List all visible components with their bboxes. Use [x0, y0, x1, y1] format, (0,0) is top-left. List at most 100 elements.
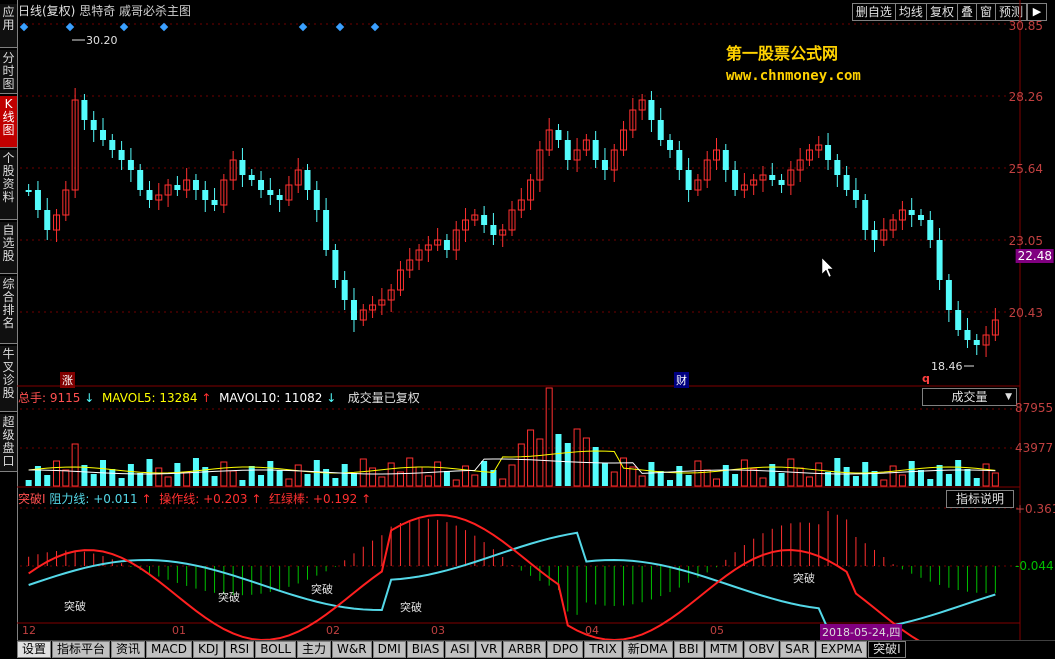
volume-bar [239, 480, 246, 486]
candle-body [778, 180, 785, 185]
volume-bar [155, 467, 163, 487]
indicator-name[interactable]: 突破I [18, 492, 46, 506]
volume-bar [304, 474, 311, 486]
volume-bar [323, 469, 330, 486]
volume-bar [481, 461, 488, 486]
candle-body [174, 185, 181, 190]
volume-bar [44, 475, 51, 486]
indicator-tab[interactable]: DPO [547, 641, 584, 658]
indicator-tab[interactable]: VR [475, 641, 503, 658]
volume-bar [341, 464, 348, 486]
volume-total-arrow: ↓ [84, 391, 95, 405]
indicator-help-button[interactable]: 指标说明 [946, 490, 1014, 508]
indicator-tab[interactable]: 新DMA [622, 641, 673, 658]
candle-body [732, 170, 739, 190]
ind-axis-zero: -0.044 [1015, 559, 1054, 573]
candle-body [592, 140, 599, 160]
indicator-tab[interactable]: DMI [372, 641, 406, 658]
signal-diamond [370, 22, 380, 32]
vol-axis-top: 87955 [1015, 401, 1054, 415]
volume-bar [471, 474, 479, 487]
indicator-tab[interactable]: MACD [146, 641, 193, 658]
volume-bar [898, 474, 906, 487]
date-label: 03 [431, 624, 445, 637]
candle-body [936, 240, 943, 280]
volume-bar [415, 466, 423, 487]
oper-label: 操作线: [159, 492, 200, 506]
redgreen-label: 红绿棒: [269, 492, 310, 506]
redgreen-value: +0.192 [312, 492, 358, 506]
candle-body [601, 160, 608, 170]
date-label: 12 [22, 624, 36, 637]
indicator-tab[interactable]: 资讯 [111, 641, 146, 658]
indicator-tab[interactable]: BBI [673, 641, 704, 658]
signal-diamond [298, 22, 308, 32]
volume-bar [927, 479, 934, 486]
signal-label: 突破 [793, 572, 815, 585]
indicator-tab[interactable]: BOLL [255, 641, 297, 658]
indicator-tab[interactable]: KDJ [193, 641, 224, 658]
event-zhang-badge[interactable]: 涨 [60, 372, 75, 388]
volume-bar [648, 462, 655, 486]
indicator-tab[interactable]: 设置 [17, 641, 52, 658]
volume-bar [137, 473, 144, 486]
indicator-tab[interactable]: MTM [704, 641, 743, 658]
indicator-tab[interactable]: EXPMA [815, 641, 868, 658]
indicator-tab[interactable]: RSI [224, 641, 255, 658]
volume-bar [638, 475, 646, 487]
indicator-tab[interactable]: 突破I [868, 641, 906, 658]
volume-bar [601, 463, 608, 486]
volume-bar [424, 475, 432, 487]
volume-bar [71, 443, 79, 487]
indicator-tab[interactable]: BIAS [406, 641, 445, 658]
volume-selector[interactable]: 成交量 ▼ [922, 388, 1017, 406]
indicator-tab[interactable]: TRIX [584, 641, 622, 658]
volume-bar [527, 429, 535, 487]
candle-body [964, 330, 971, 340]
price-axis-label: 23.05 [1008, 234, 1043, 248]
volume-bar [973, 478, 980, 486]
volume-bar [991, 472, 999, 487]
volume-bar [592, 447, 599, 486]
volume-bar [127, 464, 134, 486]
oper-value: +0.203 [203, 492, 248, 506]
volume-bar [90, 474, 97, 486]
candle-body [192, 180, 199, 190]
candle-body [137, 170, 144, 190]
volume-bar [936, 465, 943, 486]
volume-bar [889, 465, 897, 487]
indicator-tab[interactable]: 指标平台 [52, 641, 111, 658]
event-cai-badge[interactable]: 财 [674, 372, 689, 388]
date-label: 04 [585, 624, 599, 637]
indicator-tab[interactable]: ARBR [503, 641, 547, 658]
volume-bar [332, 478, 339, 486]
indicator-tab[interactable]: OBV [743, 641, 780, 658]
event-q-badge[interactable]: q [922, 372, 930, 385]
indicator-tab[interactable]: W&R [332, 641, 372, 658]
candle-body [490, 225, 497, 235]
volume-bar [955, 460, 962, 486]
mavol10-value: 11082 [284, 391, 323, 405]
candle-body [34, 190, 41, 210]
volume-bar [406, 457, 414, 487]
indicator-tab[interactable]: 主力 [297, 641, 332, 658]
kline-chart[interactable] [0, 0, 1055, 658]
price-axis-label: 28.26 [1008, 90, 1043, 104]
volume-bar [685, 475, 692, 486]
volume-bar [759, 477, 767, 487]
volume-bar [508, 464, 516, 487]
indicator-tab[interactable]: ASI [445, 641, 475, 658]
candle-body [25, 190, 32, 192]
volume-bar [183, 471, 191, 487]
candle-body [118, 150, 125, 160]
volume-selector-label: 成交量 [951, 390, 988, 404]
candle-body [109, 140, 116, 150]
mavol5-label: MAVOL5: [101, 391, 156, 405]
volume-header: 总手: 9115 ↓ MAVOL5: 13284 ↑ MAVOL10: 1108… [18, 389, 420, 406]
volume-bar [545, 387, 553, 487]
candle-body [323, 210, 330, 250]
signal-label: 突破 [400, 601, 422, 614]
indicator-tab[interactable]: SAR [780, 641, 815, 658]
volume-bar [657, 471, 664, 486]
indicator-header: 突破I 阻力线: +0.011 ↑ 操作线: +0.203 ↑ 红绿棒: +0.… [18, 490, 371, 507]
